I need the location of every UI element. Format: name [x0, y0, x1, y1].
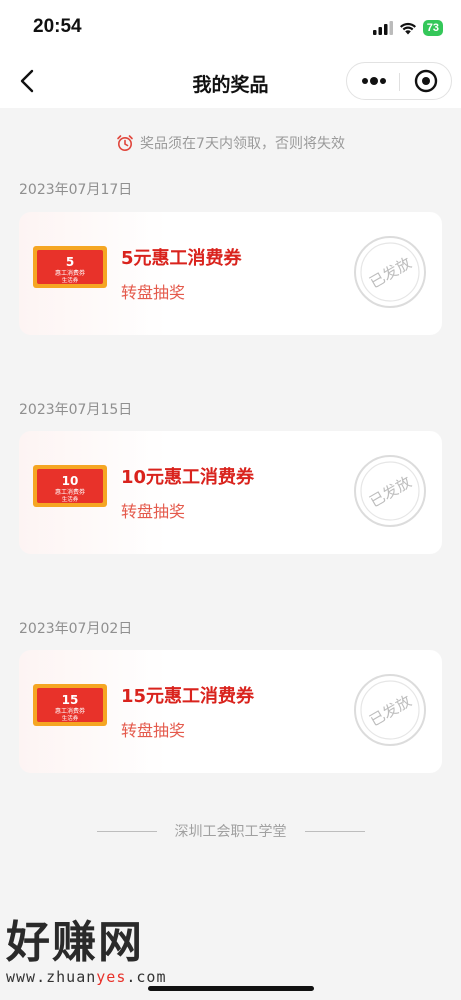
prize-name: 15元惠工消费券: [121, 686, 255, 707]
coupon-line2: 生活券: [62, 714, 79, 722]
alarm-clock-icon: [117, 135, 133, 151]
coupon-value: 15: [62, 693, 79, 707]
stamp-text: 已发放: [367, 473, 415, 511]
prize-source: 转盘抽奖: [121, 502, 186, 521]
coupon-ticket-icon: 15 惠工消费券 生活券: [33, 684, 107, 726]
coupon-line2: 生活券: [62, 495, 79, 503]
footer-divider-left: [96, 830, 157, 832]
battery-indicator: 73: [422, 20, 443, 36]
watermark: 好赚网 www.zhuanyes.com: [6, 917, 167, 987]
coupon-line2: 生活券: [62, 276, 79, 284]
prize-card[interactable]: 10 惠工消费券 生活券 10元惠工消费券 转盘抽奖 已发放: [19, 431, 442, 554]
prize-name: 5元惠工消费券: [121, 248, 242, 269]
watermark-url: www.zhuanyes.com: [6, 968, 167, 986]
expiry-notice: 奖品须在7天内领取，否则将失效: [0, 133, 461, 153]
status-time: 20:54: [33, 16, 82, 37]
nav-bar: 我的奖品: [0, 56, 461, 108]
coupon-line1: 惠工消费券: [55, 707, 85, 715]
coupon-ticket-icon: 5 惠工消费券 生活券: [33, 246, 107, 288]
footer-divider-right: [304, 830, 365, 832]
status-bar: 20:54 73: [0, 0, 461, 56]
signal-icon: [372, 21, 393, 35]
footer-text: 深圳工会职工学堂: [174, 824, 287, 840]
coupon-line1: 惠工消费券: [55, 269, 85, 277]
prize-card[interactable]: 15 惠工消费券 生活券 15元惠工消费券 转盘抽奖 已发放: [19, 650, 442, 773]
footer: 深圳工会职工学堂: [0, 821, 461, 841]
coupon-line1: 惠工消费券: [55, 488, 85, 496]
wifi-icon: [399, 22, 416, 35]
issued-stamp-icon: 已发放: [354, 236, 426, 308]
home-indicator[interactable]: [148, 986, 314, 991]
prize-date: 2023年07月17日: [19, 182, 133, 198]
prize-name: 10元惠工消费券: [121, 467, 255, 488]
mini-program-capsule: [346, 62, 452, 100]
close-button[interactable]: [400, 63, 452, 99]
stamp-text: 已发放: [367, 692, 415, 730]
prize-source: 转盘抽奖: [121, 283, 186, 302]
notice-text: 奖品须在7天内领取，否则将失效: [140, 136, 345, 152]
coupon-value: 5: [66, 255, 74, 269]
coupon-ticket-icon: 10 惠工消费券 生活券: [33, 465, 107, 507]
coupon-value: 10: [62, 474, 79, 488]
watermark-title: 好赚网: [6, 917, 144, 968]
prize-date: 2023年07月02日: [19, 621, 133, 637]
issued-stamp-icon: 已发放: [354, 674, 426, 746]
more-button[interactable]: [347, 63, 399, 99]
more-dots-icon: [362, 77, 386, 85]
prize-card[interactable]: 5 惠工消费券 生活券 5元惠工消费券 转盘抽奖 已发放: [19, 212, 442, 335]
prize-source: 转盘抽奖: [121, 721, 186, 740]
status-icons: 73: [372, 18, 443, 38]
prize-date: 2023年07月15日: [19, 402, 133, 418]
target-close-icon: [414, 69, 438, 93]
stamp-text: 已发放: [367, 254, 415, 292]
issued-stamp-icon: 已发放: [354, 455, 426, 527]
